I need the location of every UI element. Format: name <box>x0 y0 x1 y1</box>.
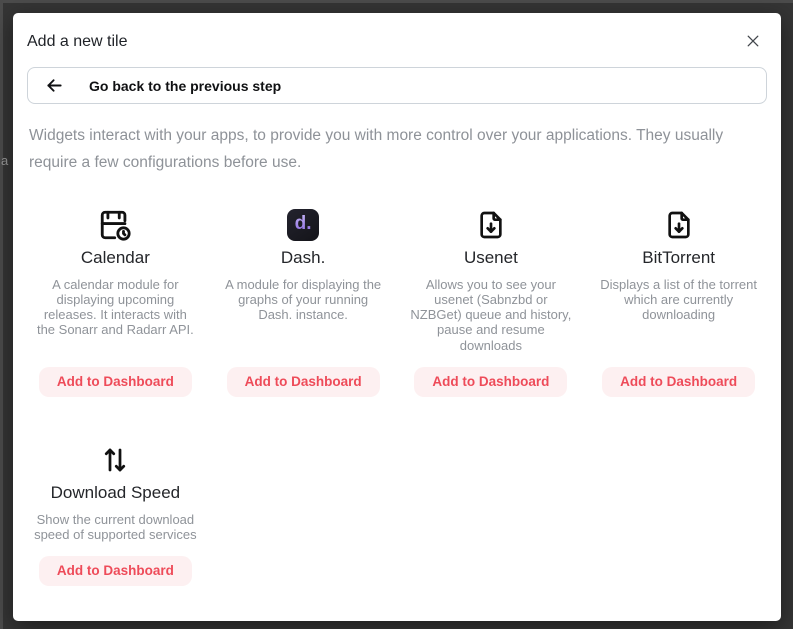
widget-card-usenet: Usenet Allows you to see your usenet (Sa… <box>403 206 580 396</box>
widget-title: Usenet <box>464 248 518 268</box>
widget-card-calendar: Calendar A calendar module for displayin… <box>27 206 204 396</box>
widget-title: Dash. <box>281 248 325 268</box>
widgets-intro-text: Widgets interact with your apps, to prov… <box>29 122 765 176</box>
widget-description: Show the current download speed of suppo… <box>33 512 197 542</box>
add-to-dashboard-button-usenet[interactable]: Add to Dashboard <box>414 367 567 397</box>
calendar-clock-icon <box>98 206 132 244</box>
widget-card-dash: d. Dash. A module for displaying the gra… <box>215 206 392 396</box>
background-peek-text: a <box>1 153 8 169</box>
close-button[interactable] <box>743 31 763 51</box>
widget-description: Allows you to see your usenet (Sabnzbd o… <box>409 277 573 352</box>
modal-title: Add a new tile <box>27 33 128 51</box>
add-tile-modal: Add a new tile Go back to the previous s… <box>13 13 781 621</box>
file-download-icon <box>475 206 507 244</box>
file-download-icon <box>663 206 695 244</box>
widget-card-download-speed: Download Speed Show the current download… <box>27 441 204 586</box>
arrow-left-icon <box>44 75 65 96</box>
add-to-dashboard-button-download-speed[interactable]: Add to Dashboard <box>39 556 192 586</box>
widget-description: Displays a list of the torrent which are… <box>597 277 761 322</box>
widget-title: Download Speed <box>51 483 180 503</box>
add-to-dashboard-button-dash[interactable]: Add to Dashboard <box>227 367 380 397</box>
widget-description: A calendar module for displaying upcomin… <box>33 277 197 337</box>
widget-title: Calendar <box>81 248 150 268</box>
widget-title: BitTorrent <box>642 248 715 268</box>
add-to-dashboard-button-calendar[interactable]: Add to Dashboard <box>39 367 192 397</box>
widget-grid: Calendar A calendar module for displayin… <box>27 206 767 586</box>
widget-description: A module for displaying the graphs of yo… <box>221 277 385 322</box>
close-icon <box>745 33 761 49</box>
go-back-label: Go back to the previous step <box>89 78 281 94</box>
arrows-up-down-icon <box>100 441 130 479</box>
modal-header: Add a new tile <box>27 33 767 51</box>
go-back-button[interactable]: Go back to the previous step <box>27 67 767 104</box>
widget-card-bittorrent: BitTorrent Displays a list of the torren… <box>590 206 767 396</box>
dash-logo-text: d. <box>295 214 312 236</box>
add-to-dashboard-button-bittorrent[interactable]: Add to Dashboard <box>602 367 755 397</box>
dash-logo-icon: d. <box>287 206 319 244</box>
